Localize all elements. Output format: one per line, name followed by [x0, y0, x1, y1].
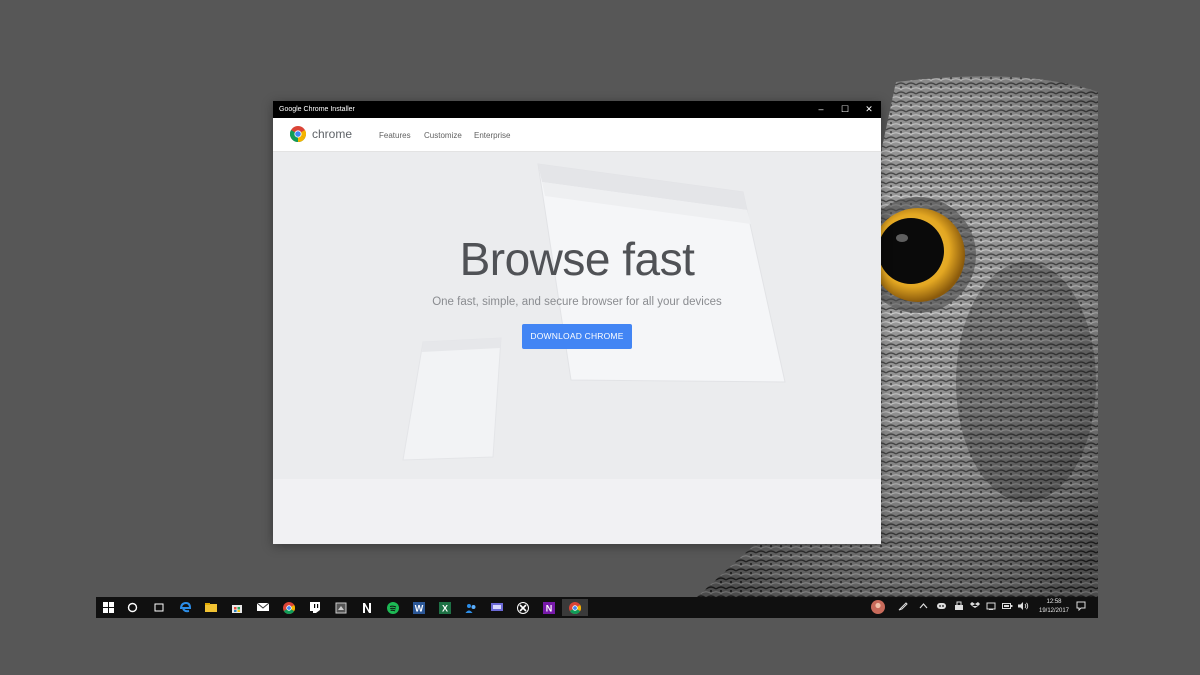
subheadline: One fast, simple, and secure browser for… [432, 296, 722, 308]
volume-icon[interactable] [1018, 601, 1029, 615]
excel-icon[interactable]: X [432, 599, 458, 616]
windows-start-icon[interactable] [96, 599, 122, 616]
chrome-logo-icon[interactable] [290, 126, 306, 142]
device-icon[interactable] [986, 601, 996, 615]
task-view-icon[interactable] [146, 599, 172, 616]
discord-icon[interactable] [936, 601, 947, 615]
maximize-button[interactable]: ☐ [833, 101, 857, 118]
hero-section: Browse fast One fast, simple, and secure… [273, 152, 881, 479]
mail-icon[interactable] [250, 599, 276, 616]
people-icon[interactable] [458, 599, 484, 616]
monitor-app-icon[interactable] [484, 599, 510, 616]
notion-icon[interactable] [354, 599, 380, 616]
clock-time: 12:58 [1046, 599, 1062, 605]
network-share-icon[interactable] [954, 601, 964, 615]
clock-date: 19/12/2017 [1038, 608, 1070, 614]
close-button[interactable]: ✕ [857, 101, 881, 118]
nav-features[interactable]: Features [379, 131, 411, 140]
twitch-icon[interactable] [302, 599, 328, 616]
svg-text:N: N [546, 604, 553, 614]
xbox-icon[interactable] [510, 599, 536, 616]
browser-illustration [402, 163, 786, 461]
pen-icon[interactable] [898, 601, 908, 615]
svg-text:W: W [415, 604, 424, 614]
title-bar[interactable]: Google Chrome Installer – ☐ ✕ [273, 101, 881, 118]
notifications-icon[interactable] [1076, 601, 1086, 615]
nav-enterprise[interactable]: Enterprise [474, 131, 510, 140]
chevron-up-icon[interactable] [919, 601, 928, 615]
nav-customize[interactable]: Customize [424, 131, 462, 140]
window-title: Google Chrome Installer [279, 106, 355, 113]
battery-icon[interactable] [1002, 601, 1013, 615]
cortana-icon[interactable] [120, 599, 146, 616]
headline: Browse fast [459, 233, 695, 285]
minimize-button[interactable]: – [809, 101, 833, 118]
chrome-installer-icon[interactable] [562, 599, 588, 616]
footer-band [273, 479, 881, 544]
installer-header: chrome Features Customize Enterprise [273, 118, 881, 152]
download-chrome-button[interactable]: DOWNLOAD CHROME [522, 324, 632, 349]
onenote-icon[interactable]: N [536, 599, 562, 616]
taskbar: W X N 12:58 19/12/2017 [96, 597, 1098, 618]
screenshot-icon[interactable] [328, 599, 354, 616]
brand-wordmark[interactable]: chrome [312, 127, 352, 141]
avatar[interactable] [871, 600, 885, 618]
word-icon[interactable]: W [406, 599, 432, 616]
edge-icon[interactable] [172, 599, 198, 616]
chrome-installer-window: Google Chrome Installer – ☐ ✕ chrome Fea… [273, 101, 881, 544]
chrome-icon[interactable] [276, 599, 302, 616]
store-icon[interactable] [224, 599, 250, 616]
file-explorer-icon[interactable] [198, 599, 224, 616]
clock[interactable]: 12:58 19/12/2017 [1036, 598, 1072, 616]
svg-text:X: X [442, 604, 448, 614]
spotify-icon[interactable] [380, 599, 406, 616]
dropbox-icon[interactable] [970, 601, 980, 615]
